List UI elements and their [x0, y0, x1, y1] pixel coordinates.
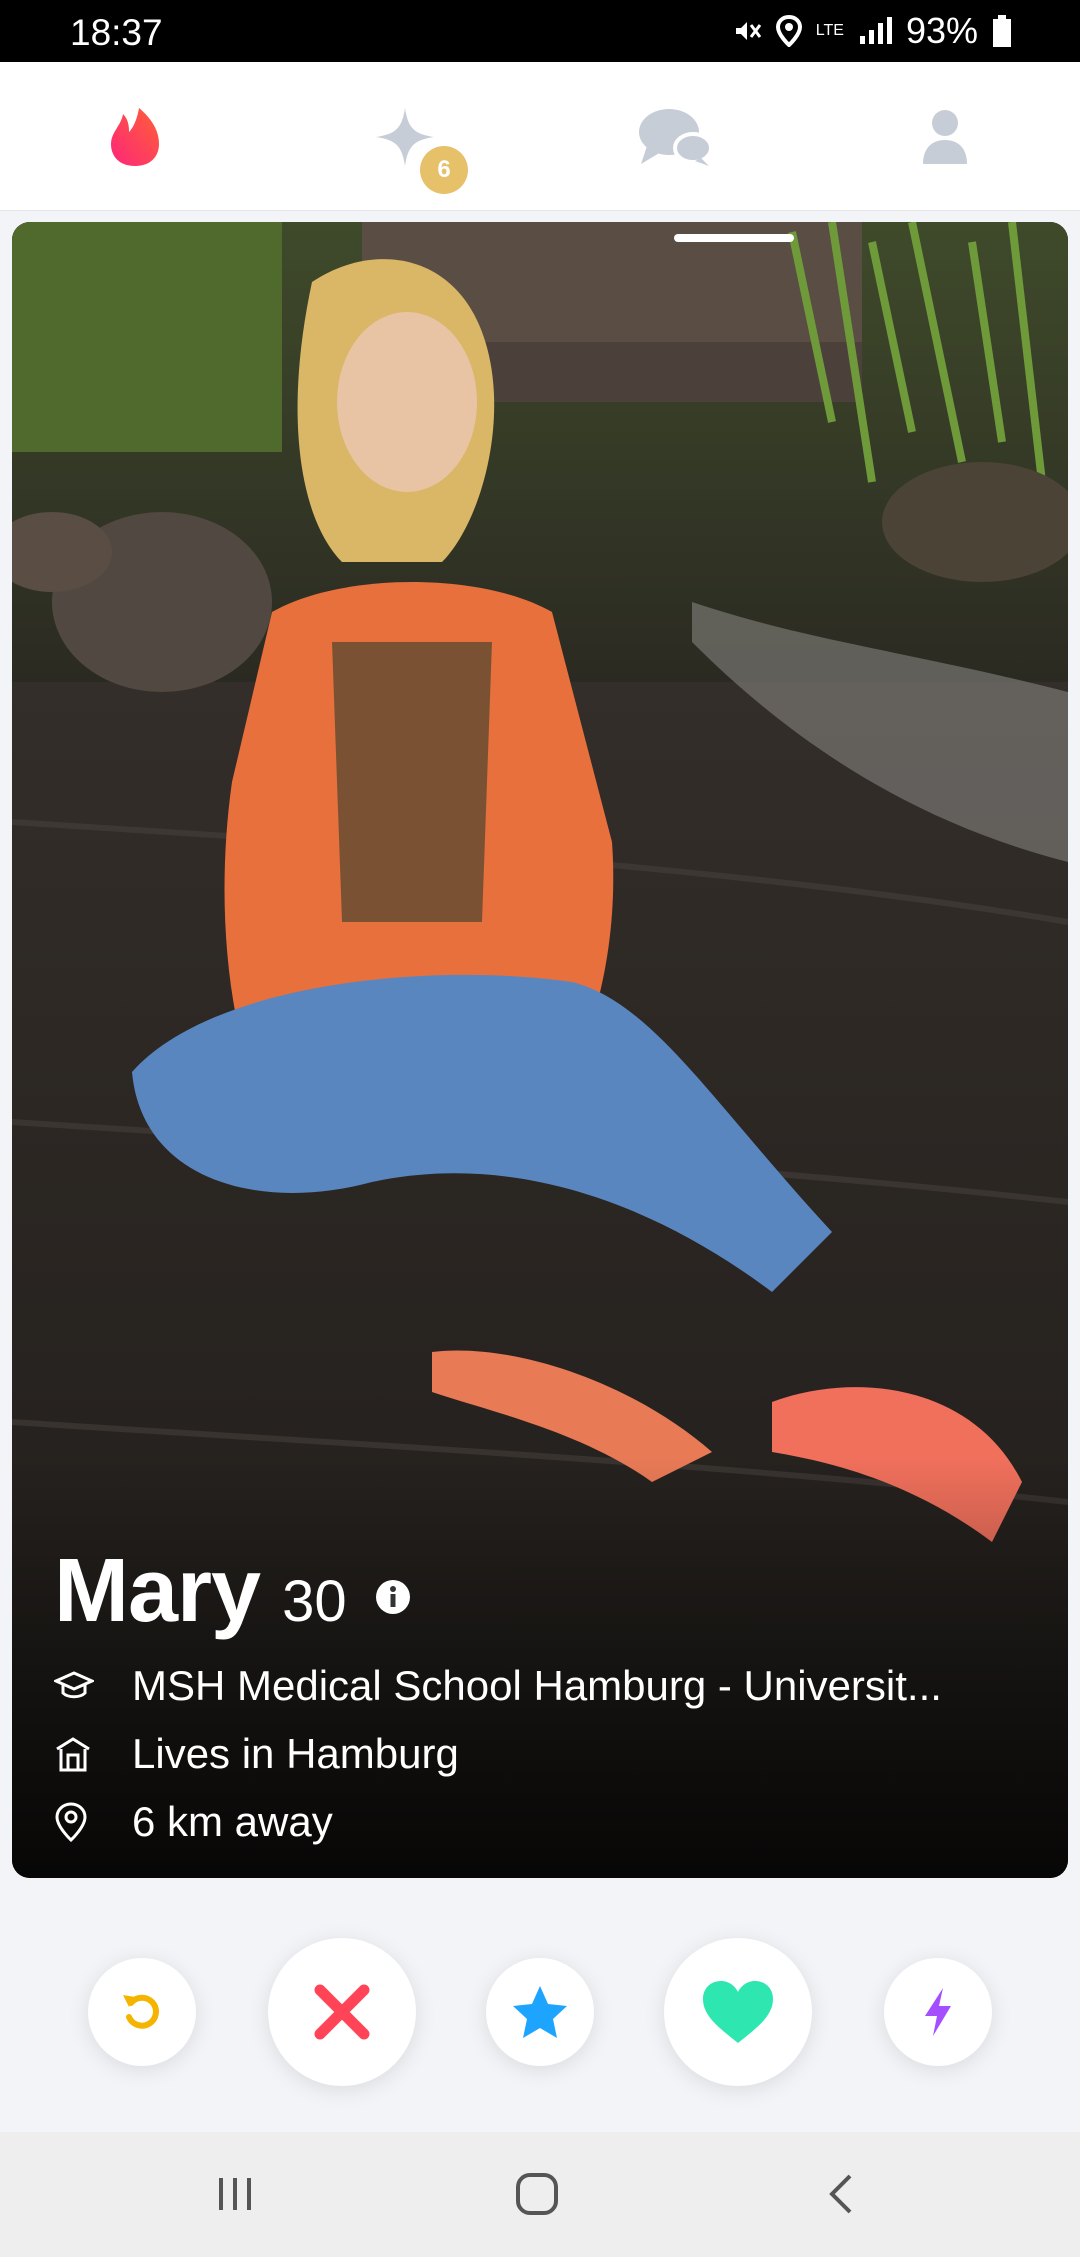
- name-row: Mary 30: [54, 1540, 1034, 1643]
- tab-discover[interactable]: [90, 92, 180, 182]
- bolt-icon: [925, 1988, 951, 2036]
- photo-indicator: [674, 234, 794, 242]
- profile-age: 30: [282, 1569, 347, 1634]
- boost-button[interactable]: [884, 1958, 992, 2066]
- location-pin-icon: [55, 1802, 87, 1843]
- x-icon: [314, 1984, 370, 2040]
- back-chevron-icon: [829, 2174, 852, 2214]
- recent-apps-icon: [219, 2178, 251, 2210]
- top-picks-badge: 6: [420, 146, 468, 194]
- like-button[interactable]: [664, 1938, 812, 2086]
- flame-icon: [111, 108, 159, 166]
- network-label: LTE: [815, 22, 844, 39]
- chat-bubbles-icon: [639, 109, 713, 166]
- star-icon: [513, 1986, 567, 2038]
- battery-icon: [992, 15, 1012, 47]
- distance-row: 6 km away: [54, 1797, 1034, 1847]
- school-row: MSH Medical School Hamburg - Universit..…: [54, 1661, 1034, 1711]
- system-nav-bar: [0, 2132, 1080, 2257]
- tab-messages[interactable]: [630, 92, 720, 182]
- heart-icon: [703, 1981, 773, 2043]
- rewind-icon: [123, 1994, 159, 2029]
- residence-text: Lives in Hamburg: [132, 1730, 459, 1777]
- school-text: MSH Medical School Hamburg - Universit..…: [132, 1662, 942, 1709]
- location-icon: [775, 15, 802, 47]
- rewind-button[interactable]: [88, 1958, 196, 2066]
- status-icons: LTE 93%: [732, 10, 1012, 52]
- graduation-cap-icon: [54, 1671, 94, 1699]
- mute-icon: [732, 16, 762, 46]
- battery-percent: 93%: [905, 10, 978, 51]
- home-icon: [56, 1737, 90, 1772]
- lte-icon: LTE: [816, 23, 844, 39]
- info-icon[interactable]: [375, 1579, 411, 1615]
- status-bar: 18:37 LTE 93%: [0, 0, 1080, 62]
- home-button[interactable]: [502, 2162, 572, 2226]
- nope-button[interactable]: [268, 1938, 416, 2086]
- person-icon: [923, 110, 967, 164]
- signal-icon: [858, 16, 892, 46]
- back-button[interactable]: [806, 2162, 876, 2226]
- home-circle-icon: [516, 2173, 558, 2215]
- distance-text: 6 km away: [132, 1798, 333, 1845]
- super-like-button[interactable]: [486, 1958, 594, 2066]
- card-info: Mary 30 MSH Medical School Hamburg - Uni…: [54, 1540, 1034, 1847]
- top-nav: 6: [0, 62, 1080, 211]
- profile-card[interactable]: Mary 30 MSH Medical School Hamburg - Uni…: [12, 222, 1068, 1878]
- tab-profile[interactable]: [900, 92, 990, 182]
- residence-row: Lives in Hamburg: [54, 1729, 1034, 1779]
- profile-name: Mary: [54, 1541, 261, 1641]
- recent-apps-button[interactable]: [200, 2162, 270, 2226]
- status-time: 18:37: [70, 12, 163, 53]
